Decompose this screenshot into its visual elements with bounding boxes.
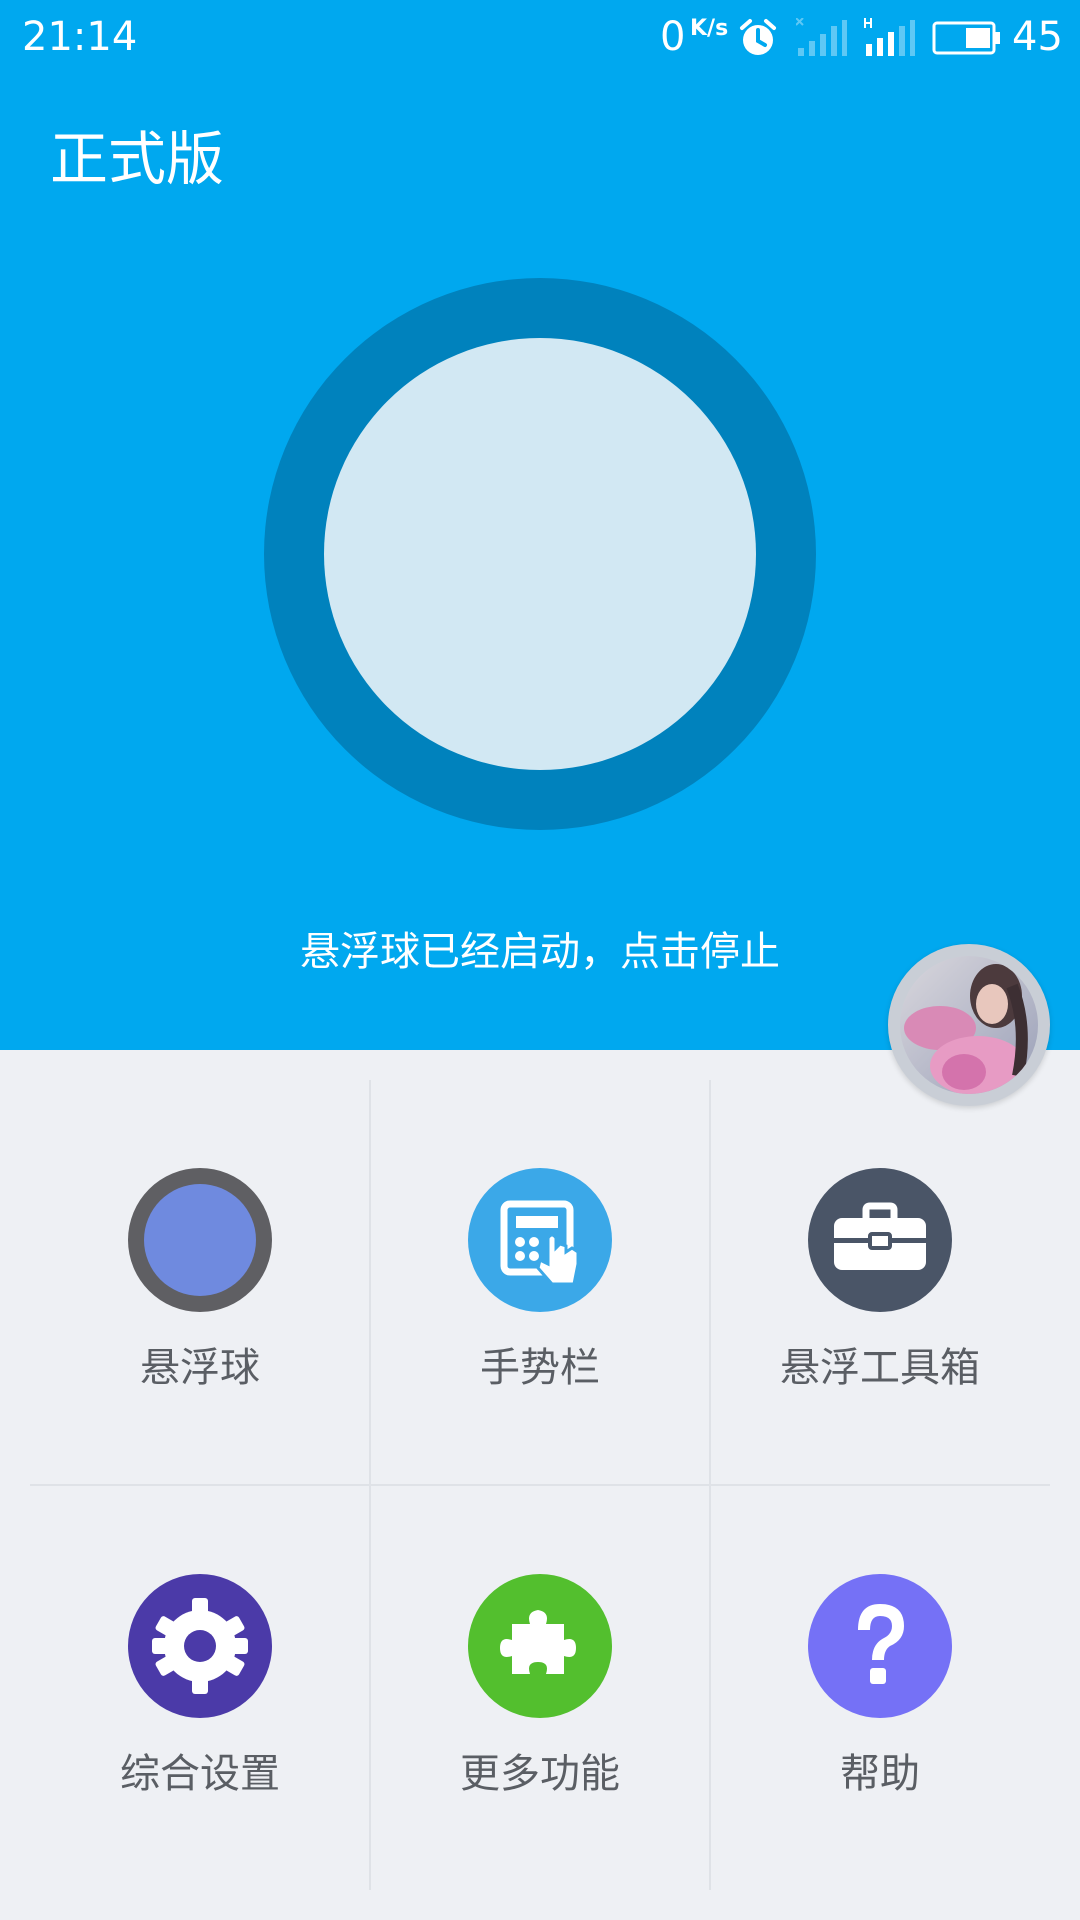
signal-empty-icon — [795, 17, 848, 62]
header-area: 21:14 0 K/s 45 正式版 悬浮球已经启动，点击停止 — [0, 0, 1080, 1050]
grid-item-toolbox[interactable]: 悬浮工具箱 — [710, 1080, 1050, 1484]
grid-item-label: 悬浮工具箱 — [780, 1345, 980, 1391]
network-speed-unit: K/s — [690, 16, 729, 41]
float-ball-icon — [128, 1168, 272, 1312]
grid-item-label: 更多功能 — [460, 1751, 620, 1797]
grid-item-label: 帮助 — [840, 1751, 920, 1797]
grid-item-help[interactable]: 帮助 — [710, 1486, 1050, 1890]
status-bar: 21:14 0 K/s 45 — [0, 0, 1080, 74]
grid-item-label: 手势栏 — [480, 1345, 600, 1391]
status-time: 21:14 — [22, 14, 138, 60]
grid-item-label: 悬浮球 — [140, 1345, 260, 1391]
puzzle-icon — [468, 1574, 612, 1718]
network-speed-value: 0 — [660, 14, 686, 60]
gear-icon — [128, 1574, 272, 1718]
grid-item-gesture-bar[interactable]: 手势栏 — [370, 1080, 710, 1484]
signal-icon — [864, 18, 916, 62]
battery-percent: 45 — [1012, 14, 1063, 60]
page-title: 正式版 — [50, 125, 225, 193]
grid-item-settings[interactable]: 综合设置 — [30, 1486, 370, 1890]
gesture-bar-icon — [468, 1168, 612, 1312]
help-icon — [808, 1574, 952, 1718]
feature-grid: 悬浮球 手势栏 悬浮工具箱 综合设置 更多功能 帮助 — [30, 1080, 1050, 1890]
alarm-icon — [738, 18, 778, 62]
grid-item-more-features[interactable]: 更多功能 — [370, 1486, 710, 1890]
toolbox-icon — [808, 1168, 952, 1312]
battery-icon — [932, 20, 1002, 60]
avatar — [900, 956, 1038, 1094]
grid-item-label: 综合设置 — [120, 1751, 280, 1797]
float-ball-toggle-inner — [324, 338, 756, 770]
float-ball-toggle-button[interactable] — [264, 278, 816, 830]
grid-item-float-ball[interactable]: 悬浮球 — [30, 1080, 370, 1484]
